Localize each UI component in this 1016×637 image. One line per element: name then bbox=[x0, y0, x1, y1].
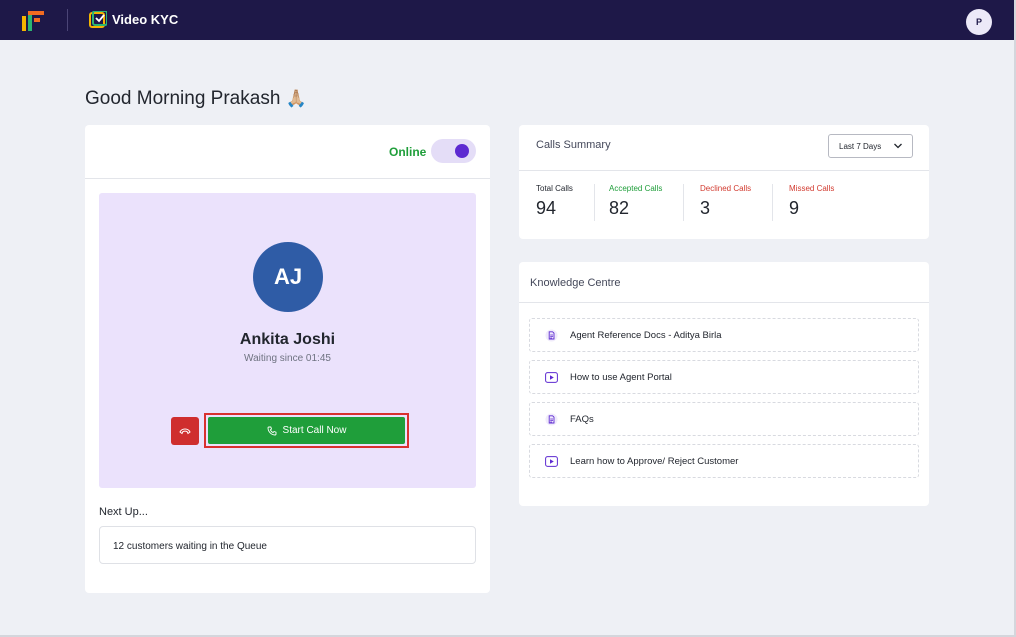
stat-separator bbox=[683, 184, 684, 221]
stat-value: 3 bbox=[700, 198, 711, 218]
stat-separator bbox=[594, 184, 595, 221]
document-icon bbox=[545, 329, 558, 342]
greeting-text: Good Morning Prakash bbox=[85, 88, 281, 109]
stat-label: Total Calls bbox=[536, 184, 573, 193]
header-divider bbox=[67, 9, 68, 31]
calls-summary-card: Calls Summary Last 7 Days Total Calls 94… bbox=[519, 125, 929, 239]
status-row: Online bbox=[85, 125, 490, 179]
stat-value: 9 bbox=[789, 198, 800, 218]
knowledge-centre-card: Knowledge Centre Agent Reference Docs - … bbox=[519, 262, 929, 506]
kc-item-label: How to use Agent Portal bbox=[570, 372, 672, 383]
customer-name: Ankita Joshi bbox=[239, 331, 336, 348]
video-kyc-icon bbox=[89, 11, 107, 28]
stat-separator bbox=[772, 184, 773, 221]
calls-summary-title: Calls Summary bbox=[536, 139, 611, 151]
start-call-label: Start Call Now bbox=[282, 425, 347, 436]
kc-item-approve-reject-video[interactable]: Learn how to Approve/ Reject Customer bbox=[529, 444, 919, 478]
stat-value: 82 bbox=[609, 198, 630, 218]
customer-avatar: AJ bbox=[253, 242, 323, 312]
stat-value: 94 bbox=[536, 198, 557, 218]
phone-hangup-icon bbox=[179, 428, 191, 435]
kc-item-label: Learn how to Approve/ Reject Customer bbox=[570, 456, 739, 467]
decline-call-button[interactable] bbox=[171, 417, 199, 445]
knowledge-centre-title: Knowledge Centre bbox=[530, 277, 621, 289]
knowledge-centre-divider bbox=[519, 302, 929, 303]
app-title: Video KYC bbox=[112, 12, 179, 27]
stat-label: Missed Calls bbox=[789, 184, 835, 193]
queue-status-box: 12 customers waiting in the Queue bbox=[99, 526, 476, 564]
greeting-heading: Good Morning Prakash 🙏🏼 bbox=[85, 88, 307, 110]
stat-total-calls: Total Calls 94 bbox=[536, 184, 573, 219]
brand-logo-icon[interactable] bbox=[22, 11, 44, 31]
queue-count-text: 12 customers waiting in the Queue bbox=[113, 541, 267, 552]
kc-item-agent-reference-docs[interactable]: Agent Reference Docs - Aditya Birla bbox=[529, 318, 919, 352]
call-queue-card: Online AJ Ankita Joshi Waiting since 01:… bbox=[85, 125, 490, 593]
start-call-button[interactable]: Start Call Now bbox=[208, 417, 405, 444]
incoming-call-panel: AJ Ankita Joshi Waiting since 01:45 Star… bbox=[99, 193, 476, 488]
stat-label: Declined Calls bbox=[700, 184, 752, 193]
online-toggle[interactable] bbox=[431, 139, 476, 163]
date-range-value: Last 7 Days bbox=[839, 141, 882, 151]
stat-declined-calls: Declined Calls 3 bbox=[700, 184, 751, 219]
kc-item-label: FAQs bbox=[570, 414, 594, 425]
user-avatar[interactable]: P bbox=[966, 9, 992, 35]
stat-label: Accepted Calls bbox=[609, 184, 663, 193]
phone-icon bbox=[267, 426, 276, 435]
greeting-emoji: 🙏🏼 bbox=[285, 89, 307, 108]
toggle-knob bbox=[455, 144, 469, 158]
video-play-icon bbox=[545, 456, 558, 467]
stat-missed-calls: Missed Calls 9 bbox=[789, 184, 834, 219]
top-header: Video KYC P bbox=[0, 0, 1016, 40]
kc-item-agent-portal-video[interactable]: How to use Agent Portal bbox=[529, 360, 919, 394]
video-play-icon bbox=[545, 372, 558, 383]
online-status-label: Online bbox=[389, 145, 427, 159]
next-up-heading: Next Up... bbox=[99, 506, 148, 518]
chevron-down-icon bbox=[894, 143, 902, 149]
summary-divider bbox=[519, 170, 929, 171]
kc-item-faqs[interactable]: FAQs bbox=[529, 402, 919, 436]
document-icon bbox=[545, 413, 558, 426]
stat-accepted-calls: Accepted Calls 82 bbox=[609, 184, 662, 219]
date-range-select[interactable]: Last 7 Days bbox=[828, 134, 913, 158]
kc-item-label: Agent Reference Docs - Aditya Birla bbox=[570, 330, 722, 341]
waiting-time: Waiting since 01:45 bbox=[244, 353, 331, 364]
